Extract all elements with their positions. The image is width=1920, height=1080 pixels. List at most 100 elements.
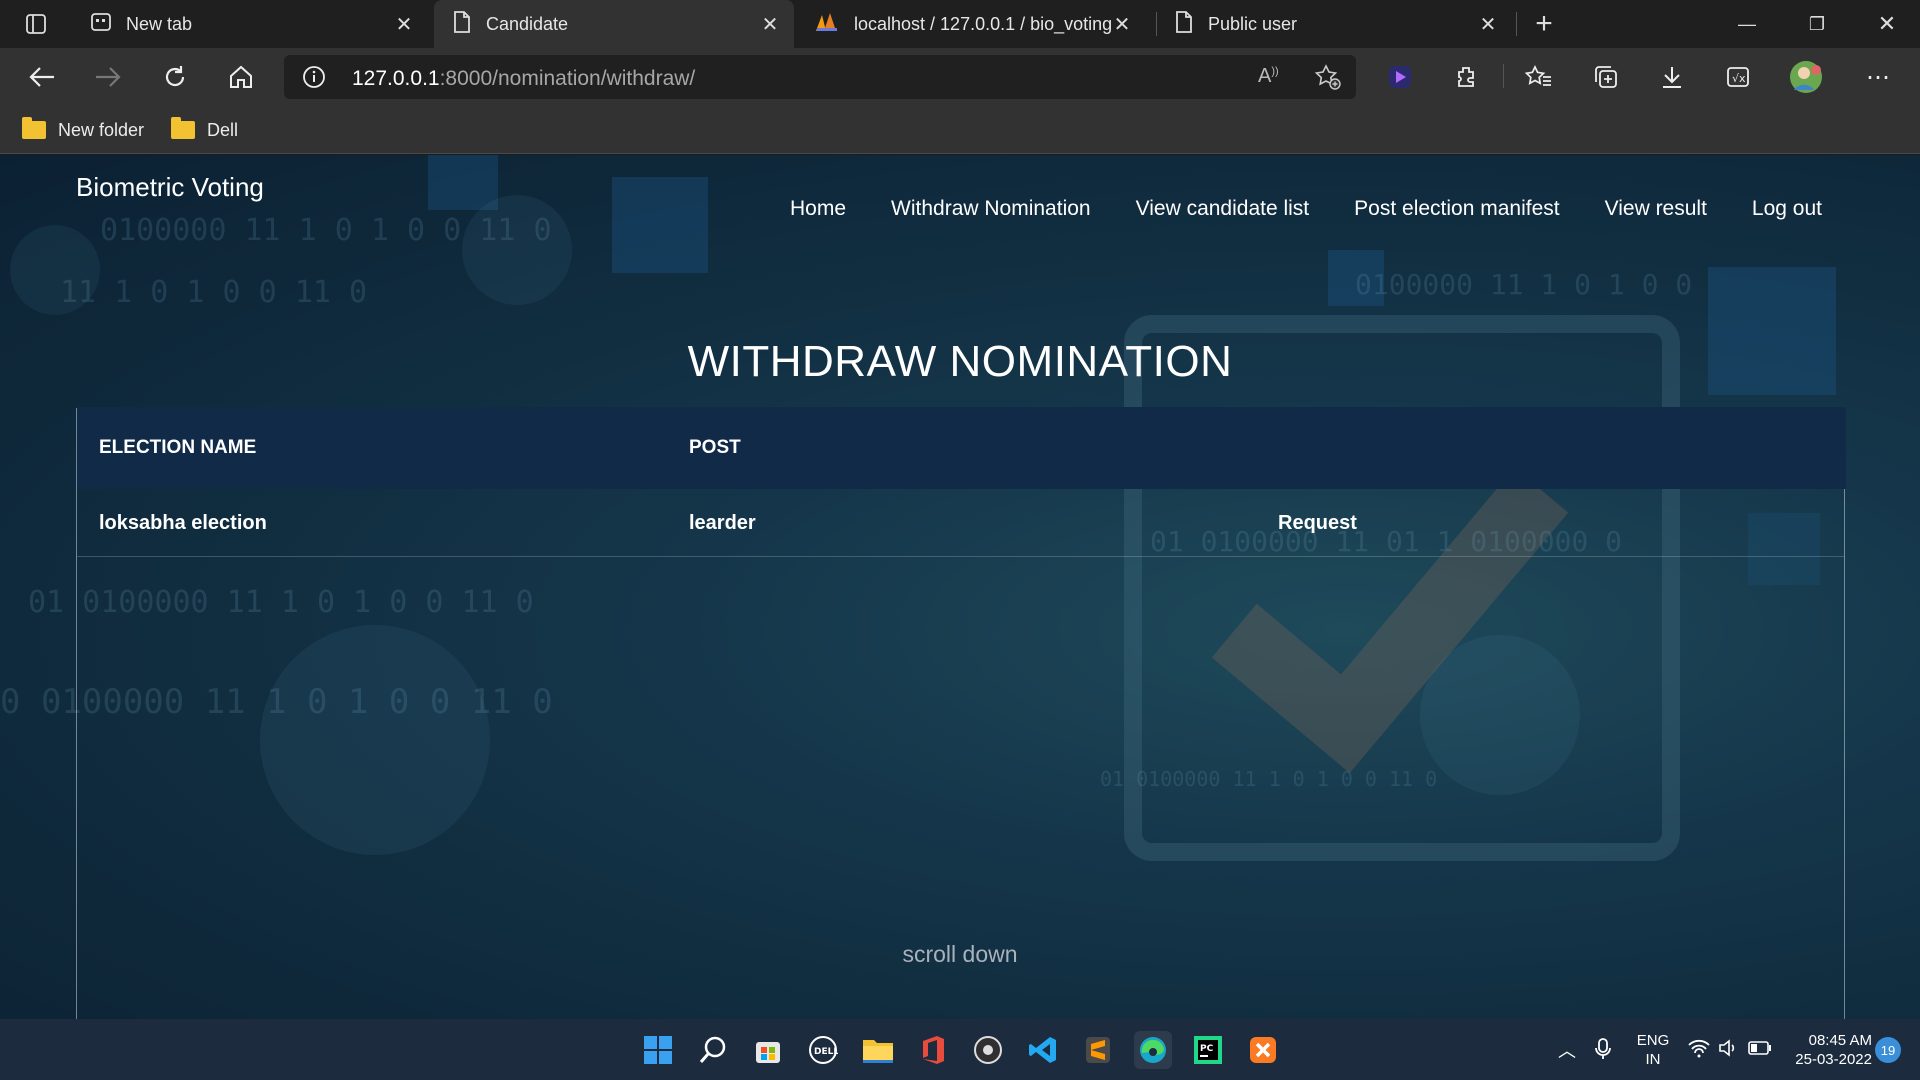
tab-separator bbox=[1516, 12, 1517, 36]
search-icon[interactable] bbox=[694, 1031, 732, 1069]
volume-icon[interactable] bbox=[1718, 1038, 1740, 1063]
clock-date: 25-03-2022 bbox=[1795, 1051, 1872, 1068]
add-favorite-icon[interactable] bbox=[1314, 63, 1342, 96]
battery-icon[interactable] bbox=[1748, 1039, 1772, 1062]
minimize-icon[interactable]: — bbox=[1712, 0, 1782, 48]
refresh-icon[interactable] bbox=[157, 59, 193, 95]
show-hidden-icons-chevron-icon[interactable]: ︿ bbox=[1558, 1037, 1576, 1063]
xampp-icon[interactable] bbox=[1244, 1031, 1282, 1069]
taskbar: DELL PC ︿ ENG IN 08:45 AM 25-03-2022 19 bbox=[0, 1019, 1920, 1080]
tab-bar: New tab ✕ Candidate ✕ localhost / 127.0.… bbox=[0, 0, 1920, 48]
video-extension-icon[interactable] bbox=[1382, 59, 1418, 95]
tab-phpmyadmin[interactable]: localhost / 127.0.0.1 / bio_voting ✕ bbox=[796, 0, 1146, 48]
store-icon[interactable] bbox=[749, 1031, 787, 1069]
close-tab-icon[interactable]: ✕ bbox=[392, 12, 416, 36]
file-explorer-icon[interactable] bbox=[859, 1031, 897, 1069]
address-bar[interactable]: 127.0.0.1:8000/nomination/withdraw/ A)) bbox=[284, 55, 1356, 99]
tab-new-tab[interactable]: New tab ✕ bbox=[72, 0, 428, 48]
site-info-icon[interactable] bbox=[302, 65, 326, 94]
restore-icon[interactable]: ❐ bbox=[1782, 0, 1852, 48]
obs-icon[interactable] bbox=[969, 1031, 1007, 1069]
close-tab-icon[interactable]: ✕ bbox=[758, 12, 782, 36]
dell-icon[interactable]: DELL bbox=[804, 1031, 842, 1069]
toolbar-separator bbox=[1503, 64, 1504, 88]
page-icon bbox=[1174, 10, 1194, 39]
home-icon[interactable] bbox=[223, 59, 259, 95]
table-header: ELECTION NAME POST bbox=[77, 407, 1846, 489]
nav-home[interactable]: Home bbox=[790, 197, 846, 221]
background-decoration bbox=[612, 177, 708, 273]
tab-title: Candidate bbox=[486, 13, 569, 34]
microphone-icon[interactable] bbox=[1594, 1037, 1612, 1066]
start-icon[interactable] bbox=[639, 1031, 677, 1069]
cell-election-name: loksabha election bbox=[99, 512, 267, 534]
cell-post: learder bbox=[689, 512, 756, 534]
close-window-icon[interactable]: ✕ bbox=[1852, 0, 1920, 48]
edge-icon[interactable] bbox=[1134, 1031, 1172, 1069]
background-binary-text: 0100000 11 1 0 1 0 0 bbox=[1355, 268, 1693, 301]
url-host: 127.0.0.1 bbox=[352, 67, 440, 90]
tab-public-user[interactable]: Public user ✕ bbox=[1156, 0, 1512, 48]
site-brand[interactable]: Biometric Voting bbox=[76, 172, 264, 203]
scroll-down-hint[interactable]: scroll down bbox=[0, 941, 1920, 968]
wifi-icon[interactable] bbox=[1688, 1038, 1710, 1063]
main-nav: Home Withdraw Nomination View candidate … bbox=[790, 197, 1822, 221]
newtab-icon bbox=[90, 11, 112, 38]
nomination-table: ELECTION NAME POST loksabha election lea… bbox=[76, 407, 1846, 1019]
sublime-icon[interactable] bbox=[1079, 1031, 1117, 1069]
column-header-post: POST bbox=[689, 437, 741, 458]
collections-icon[interactable] bbox=[1588, 59, 1624, 95]
nav-post-election-manifest[interactable]: Post election manifest bbox=[1354, 197, 1559, 221]
extensions-icon[interactable] bbox=[1448, 59, 1484, 95]
bookmark-new-folder[interactable]: New folder bbox=[22, 116, 144, 144]
nav-withdraw-nomination[interactable]: Withdraw Nomination bbox=[891, 197, 1091, 221]
office-icon[interactable] bbox=[914, 1031, 952, 1069]
background-decoration bbox=[428, 155, 498, 210]
more-menu-icon[interactable]: ⋯ bbox=[1860, 59, 1896, 95]
folder-icon bbox=[22, 117, 46, 139]
math-solver-icon[interactable]: √x bbox=[1720, 59, 1756, 95]
bookmark-label: New folder bbox=[58, 119, 145, 140]
tab-candidate[interactable]: Candidate ✕ bbox=[434, 0, 794, 48]
nav-log-out[interactable]: Log out bbox=[1752, 197, 1822, 221]
url-text[interactable]: 127.0.0.1:8000/nomination/withdraw/ bbox=[352, 67, 695, 91]
phpmyadmin-icon bbox=[814, 11, 840, 38]
profile-avatar[interactable] bbox=[1788, 59, 1824, 95]
clock-time: 08:45 AM bbox=[1808, 1032, 1872, 1049]
background-binary-text: 11 1 0 1 0 0 11 0 bbox=[60, 275, 368, 310]
tab-title: Public user bbox=[1208, 13, 1298, 34]
bookmark-dell[interactable]: Dell bbox=[171, 116, 238, 144]
vscode-icon[interactable] bbox=[1024, 1031, 1062, 1069]
region-code: IN bbox=[1645, 1051, 1661, 1068]
pycharm-icon[interactable]: PC bbox=[1189, 1031, 1227, 1069]
favorites-icon[interactable] bbox=[1521, 59, 1557, 95]
input-language[interactable]: ENG IN bbox=[1628, 1031, 1678, 1069]
tab-actions-icon[interactable] bbox=[18, 6, 54, 42]
read-aloud-icon[interactable]: A)) bbox=[1258, 65, 1279, 88]
language-code: ENG bbox=[1636, 1032, 1670, 1049]
request-withdraw-link[interactable]: Request bbox=[1278, 512, 1357, 535]
notification-badge[interactable]: 19 bbox=[1875, 1037, 1901, 1063]
tab-title: localhost / 127.0.0.1 / bio_voting bbox=[854, 13, 1113, 34]
bookmark-label: Dell bbox=[207, 119, 239, 140]
bookmarks-bar: New folder Dell bbox=[0, 106, 1920, 154]
close-tab-icon[interactable]: ✕ bbox=[1476, 12, 1500, 36]
web-page: 0100000 11 1 0 1 0 0 11 0 11 1 0 1 0 0 1… bbox=[0, 155, 1920, 1019]
folder-icon bbox=[171, 117, 195, 139]
nav-view-candidate-list[interactable]: View candidate list bbox=[1136, 197, 1310, 221]
page-icon bbox=[452, 10, 472, 39]
clock[interactable]: 08:45 AM 25-03-2022 bbox=[1782, 1031, 1872, 1069]
background-decoration bbox=[462, 195, 572, 305]
close-tab-icon[interactable]: ✕ bbox=[1110, 12, 1134, 36]
svg-text:DELL: DELL bbox=[814, 1047, 838, 1057]
downloads-icon[interactable] bbox=[1654, 59, 1690, 95]
forward-icon[interactable] bbox=[90, 59, 126, 95]
background-binary-text: 0100000 11 1 0 1 0 0 11 0 bbox=[100, 213, 552, 248]
svg-text:√x: √x bbox=[1732, 72, 1746, 85]
nav-view-result[interactable]: View result bbox=[1605, 197, 1707, 221]
back-icon[interactable] bbox=[24, 59, 60, 95]
tab-title: New tab bbox=[126, 13, 193, 34]
url-path: :8000/nomination/withdraw/ bbox=[439, 67, 696, 90]
new-tab-plus-icon[interactable]: + bbox=[1526, 6, 1562, 42]
table-row: loksabha election learder Request bbox=[77, 489, 1844, 557]
